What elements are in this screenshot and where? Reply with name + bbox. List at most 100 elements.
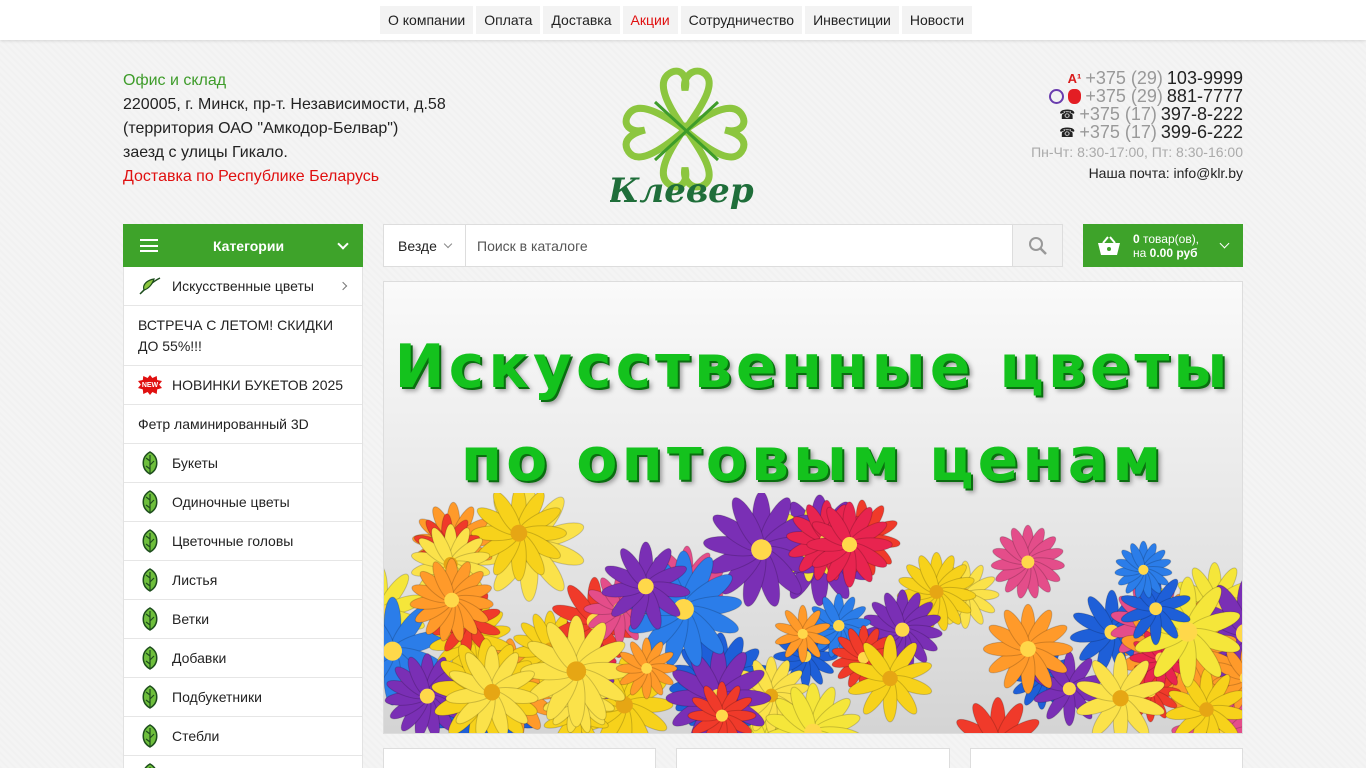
category-item[interactable]: Одиночные цветы [124, 483, 362, 522]
top-bar: О компании Оплата Доставка Акции Сотрудничес… [0, 0, 1366, 40]
phone-number[interactable]: A¹ +375 (29) 103-9999 [1031, 69, 1243, 87]
cart-summary: 0 товар(ов), на 0.00 руб [1133, 232, 1221, 260]
categories-toggle[interactable]: Категории [123, 224, 363, 267]
leaf-icon [138, 646, 162, 670]
phone-number[interactable]: +375 (29) 881-7777 [1031, 87, 1243, 105]
phone-icon: ☎ [1059, 124, 1076, 140]
delivery-link[interactable]: Доставка по Республике Беларусь [123, 165, 446, 189]
category-label: Цветочные головы [172, 533, 294, 549]
category-label: НОВИНКИ БУКЕТОВ 2025 [172, 377, 344, 393]
category-label: Фетр ламинированный 3D [138, 416, 309, 432]
office-title: Офис и склад [123, 72, 227, 89]
menu-icon [140, 239, 158, 252]
leaf-icon [138, 724, 162, 748]
category-item[interactable]: Стебли [124, 717, 362, 756]
nav-link[interactable]: Новости [901, 6, 973, 34]
cart-count-suffix: товар(ов), [1139, 231, 1200, 246]
category-label: Стебли [172, 728, 220, 744]
feature-card[interactable] [383, 748, 656, 768]
flower [990, 524, 1066, 599]
category-item[interactable] [124, 756, 362, 768]
category-item[interactable]: Фетр ламинированный 3D [124, 405, 362, 444]
nav-link[interactable]: Доставка [543, 6, 620, 34]
nav-link[interactable]: О компании [380, 6, 474, 34]
category-label: Подбукетники [172, 689, 262, 705]
category-item[interactable]: NEW НОВИНКИ БУКЕТОВ 2025 [124, 366, 362, 405]
a1-icon: A¹ [1067, 70, 1082, 86]
chevron-down-icon [337, 237, 349, 250]
phone-code: +375 (17) [1079, 122, 1157, 142]
cart-total-prefix: на [1133, 245, 1150, 260]
category-item[interactable]: Искусственные цветы [124, 267, 362, 306]
nav-link[interactable]: Оплата [476, 6, 541, 34]
chevron-down-icon [443, 239, 453, 248]
leaf-icon [138, 451, 162, 475]
cart-count: 0 [1133, 231, 1140, 246]
category-label: Ветки [172, 611, 210, 627]
category-item[interactable]: Добавки [124, 639, 362, 678]
phone-code: +375 (29) [1085, 86, 1163, 106]
category-item[interactable]: ВСТРЕЧА С ЛЕТОМ! СКИДКИ ДО 55%!!! [124, 306, 362, 366]
search-input[interactable] [466, 225, 1012, 266]
promo-banner[interactable]: Искусственные цветы по оптовым ценам [383, 281, 1243, 734]
logo-text: Клевер [610, 171, 754, 211]
flowers-image [384, 493, 1242, 733]
phone-digits: 399-6-222 [1160, 122, 1243, 142]
phone-icon: ☎ [1059, 106, 1076, 122]
banner-headline: Искусственные цветы [394, 332, 1232, 402]
leaf-icon [138, 529, 162, 553]
address-line: 220005, г. Минск, пр-т. Независимости, д… [123, 96, 446, 113]
leaf-icon [138, 490, 162, 514]
feature-card[interactable] [970, 748, 1243, 768]
cart-total: 0.00 руб [1149, 245, 1198, 260]
category-item[interactable]: Ветки [124, 600, 362, 639]
phone-number[interactable]: ☎ +375 (17) 399-6-222 [1031, 123, 1243, 141]
banner-subheadline: по оптовым ценам [460, 425, 1166, 495]
phone-digits: 103-9999 [1166, 68, 1243, 88]
search-scope-value: Везде [398, 237, 437, 254]
branch-icon [138, 274, 162, 298]
top-nav: О компании Оплата Доставка Акции Сотрудничес… [380, 6, 973, 34]
category-item[interactable]: Подбукетники [124, 678, 362, 717]
logo[interactable]: Клевер [607, 62, 760, 212]
category-item[interactable]: Букеты [124, 444, 362, 483]
contacts-block: A¹ +375 (29) 103-9999 +375 (29) 881-7777 ☎ +37… [1031, 69, 1243, 182]
basket-icon [1098, 235, 1120, 255]
phone-number[interactable]: ☎ +375 (17) 397-8-222 [1031, 105, 1243, 123]
chevron-down-icon [1219, 238, 1230, 249]
search-scope-select[interactable]: Везде [384, 225, 466, 266]
search-icon [1028, 236, 1047, 255]
mts-icon [1068, 88, 1082, 104]
leaf-icon [138, 685, 162, 709]
chevron-right-icon [338, 281, 348, 291]
phone-code: +375 (17) [1079, 104, 1157, 124]
working-hours: Пн-Чт: 8:30-17:00, Пт: 8:30-16:00 [1031, 144, 1243, 160]
cart-button[interactable]: 0 товар(ов), на 0.00 руб [1083, 224, 1243, 267]
feature-card[interactable] [676, 748, 950, 768]
address-block: Офис и склад 220005, г. Минск, пр-т. Нез… [123, 69, 446, 189]
nav-link[interactable]: Акции [622, 6, 678, 34]
address-line: заезд с улицы Гикало. [123, 144, 288, 161]
category-label: Листья [172, 572, 218, 588]
email-link[interactable]: Наша почта: info@klr.by [1031, 164, 1243, 182]
viber-icon [1049, 88, 1065, 104]
category-label: ВСТРЕЧА С ЛЕТОМ! СКИДКИ ДО 55%!!! [138, 316, 334, 354]
clover-logo-icon: Клевер [607, 67, 754, 211]
phone-digits: 397-8-222 [1160, 104, 1243, 124]
nav-link[interactable]: Инвестиции [805, 6, 899, 34]
category-label: Искусственные цветы [172, 278, 314, 294]
search-button[interactable] [1012, 225, 1062, 266]
category-item[interactable]: Цветочные головы [124, 522, 362, 561]
category-label: Букеты [172, 455, 218, 471]
category-item[interactable]: Листья [124, 561, 362, 600]
new-badge-icon: NEW [138, 375, 162, 395]
category-list: Искусственные цветы ВСТРЕЧА С ЛЕТОМ! СКИД… [123, 267, 363, 768]
address-line: (территория ОАО "Амкодор-Белвар") [123, 120, 399, 137]
category-label: Одиночные цветы [172, 494, 290, 510]
leaf-icon [138, 568, 162, 592]
categories-title: Категории [212, 237, 285, 254]
phone-code: +375 (29) [1085, 68, 1163, 88]
nav-link[interactable]: Сотрудничество [680, 6, 803, 34]
search-bar: Везде [383, 224, 1063, 267]
leaf-icon [138, 607, 162, 631]
